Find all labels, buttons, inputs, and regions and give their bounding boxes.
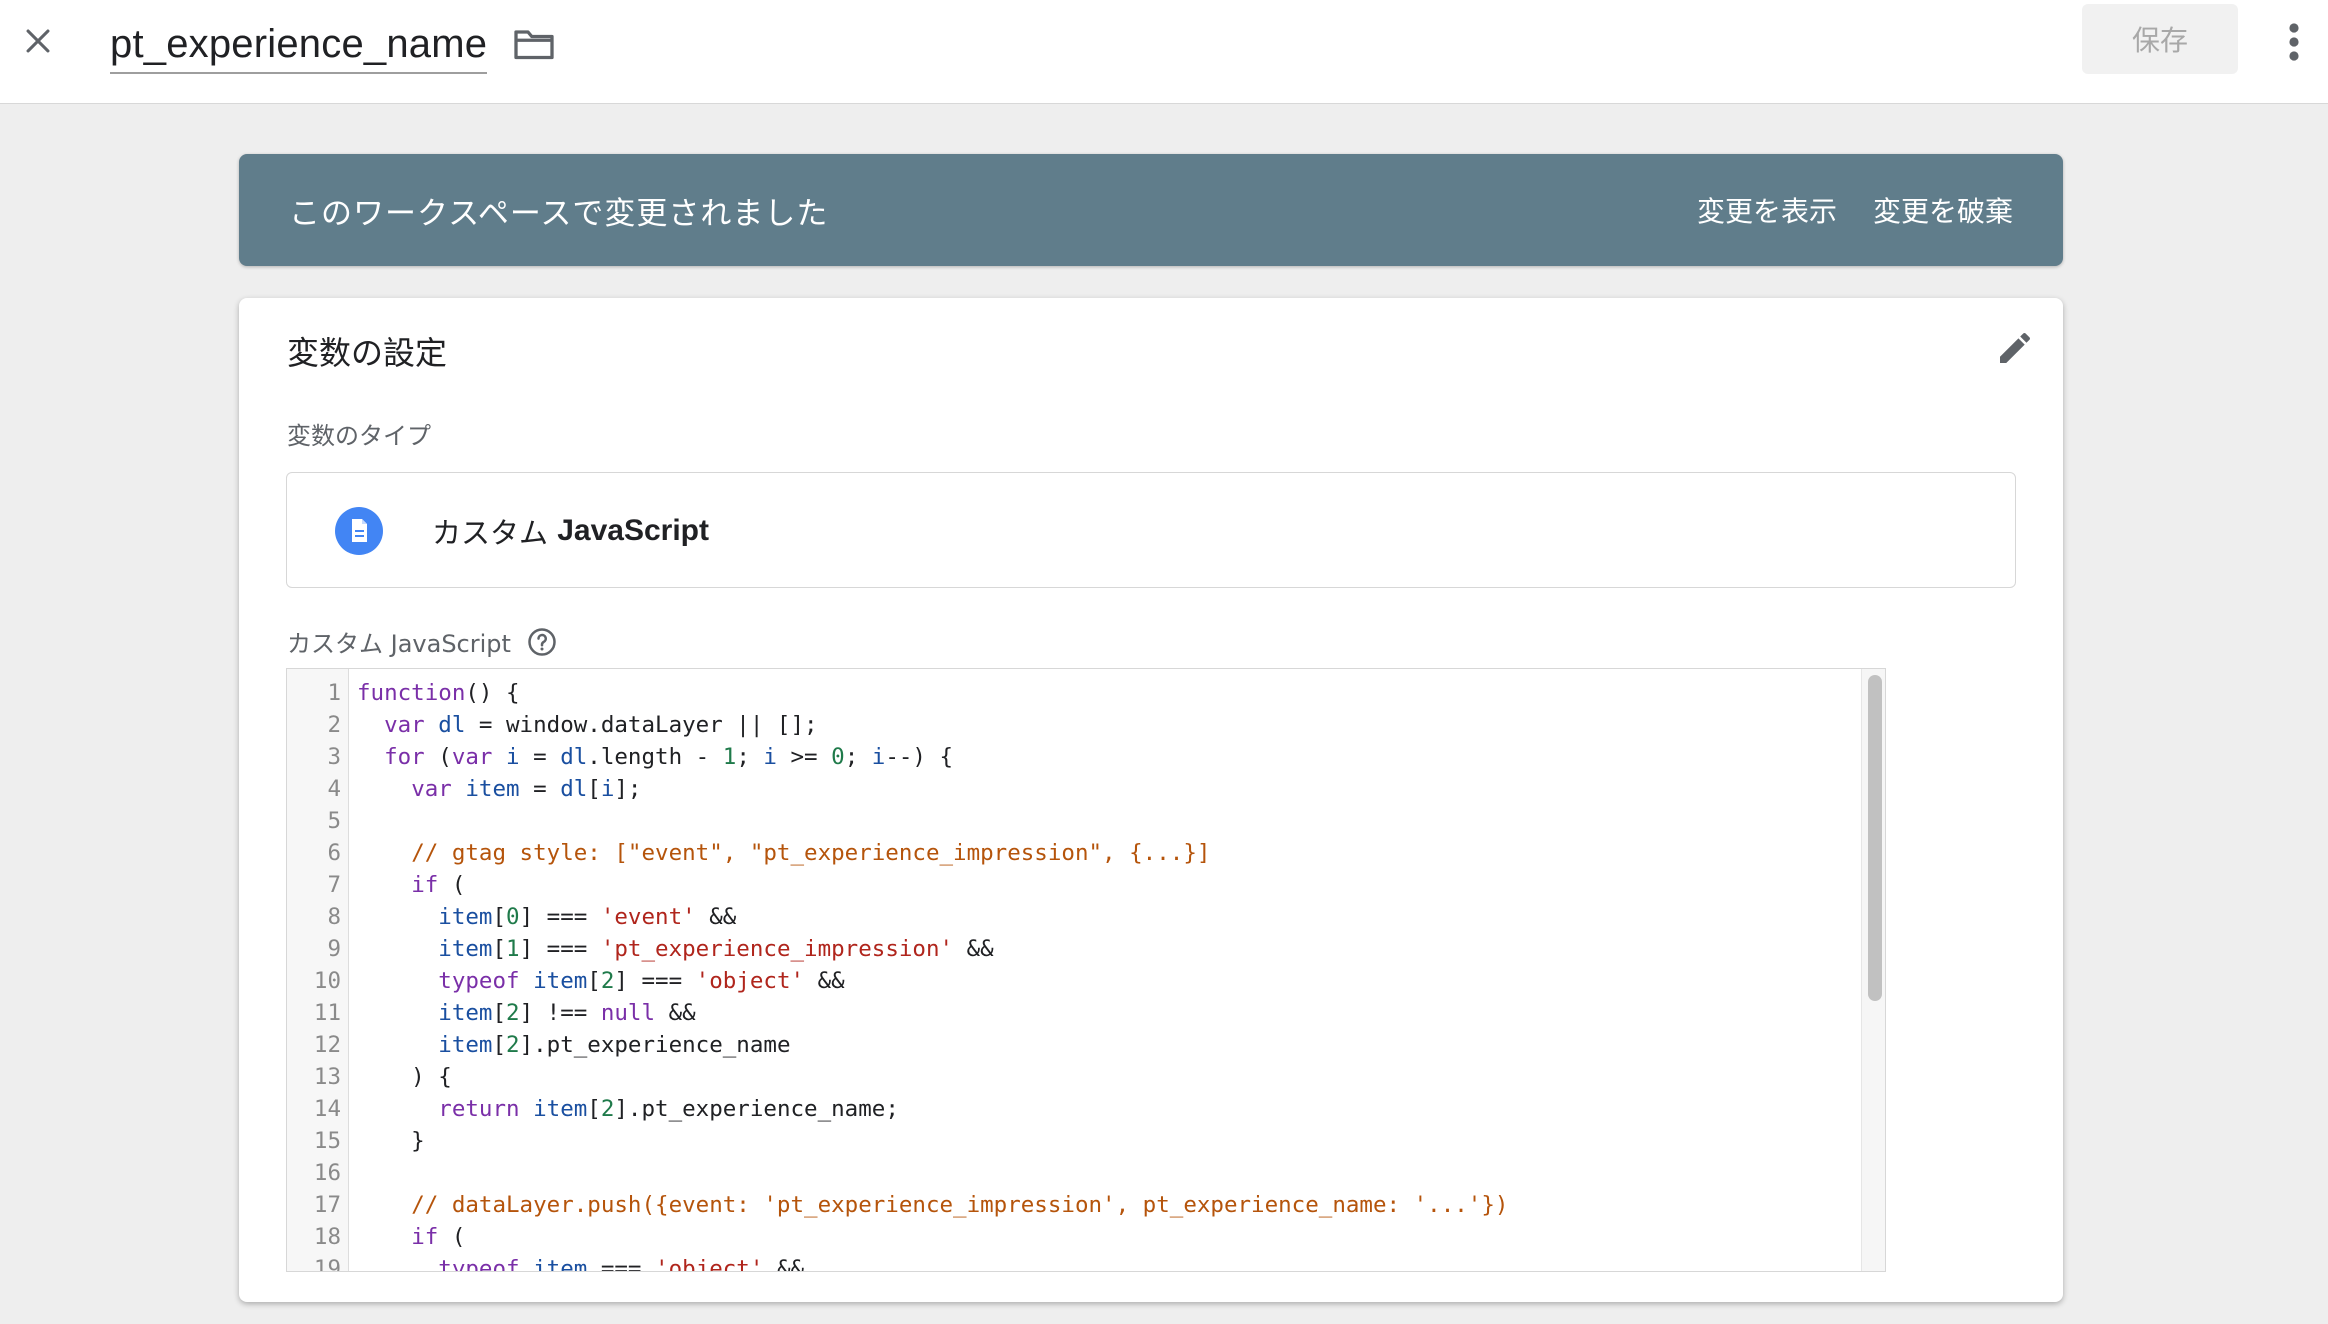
code-line[interactable]: 13 ) { [287, 1061, 1865, 1093]
card-title: 変数の設定 [287, 334, 448, 372]
line-number: 6 [327, 840, 341, 866]
line-number: 14 [313, 1096, 341, 1122]
variable-type-prefix: カスタム [432, 516, 549, 550]
code-text: // gtag style: ["event", "pt_experience_… [411, 840, 1211, 866]
close-button[interactable] [14, 17, 62, 65]
variable-name-field[interactable]: pt_experience_name [110, 16, 488, 74]
line-number: 9 [327, 936, 341, 962]
code-line[interactable]: 6 // gtag style: ["event", "pt_experienc… [287, 837, 1865, 869]
code-line[interactable]: 9 item[1] === 'pt_experience_impression'… [287, 933, 1865, 965]
line-number: 4 [327, 776, 341, 802]
line-number: 2 [327, 712, 341, 738]
variable-name-text: pt_experience_name [110, 22, 488, 66]
code-line[interactable]: 16 [287, 1157, 1865, 1189]
code-text: var dl = window.dataLayer || []; [384, 712, 818, 738]
folder-icon [514, 30, 554, 60]
line-number: 3 [327, 744, 341, 770]
code-line[interactable]: 5 [287, 805, 1865, 837]
edit-button[interactable] [1991, 324, 2039, 372]
line-number: 1 [327, 680, 341, 706]
more-options-button[interactable] [2274, 14, 2314, 70]
variable-type-label: 変数のタイプ [287, 422, 431, 450]
code-text: item[2] !== null && [438, 1000, 696, 1026]
line-number: 5 [327, 808, 341, 834]
code-text: for (var i = dl.length - 1; i >= 0; i--)… [384, 744, 954, 770]
line-number: 11 [313, 1000, 341, 1026]
more-vert-icon [2289, 23, 2299, 61]
pencil-icon [2000, 332, 2031, 363]
code-text: if ( [411, 872, 466, 898]
banner-message: このワークスペースで変更されました [289, 195, 829, 232]
show-changes-button[interactable]: 変更を表示 [1697, 154, 1837, 266]
code-line[interactable]: 7 if ( [287, 869, 1865, 901]
code-line[interactable]: 2 var dl = window.dataLayer || []; [287, 709, 1865, 741]
code-text: item[2].pt_experience_name [438, 1032, 791, 1058]
code-text: if ( [411, 1224, 466, 1250]
line-number: 17 [313, 1192, 341, 1218]
top-bar: pt_experience_name 保存 [0, 0, 2328, 104]
close-icon [26, 29, 50, 53]
code-line[interactable]: 18 if ( [287, 1221, 1865, 1253]
code-area[interactable]: 1 function() { 2 var dl = window.dataLayer… [287, 677, 1865, 1272]
code-text: typeof item === 'object' && [438, 1256, 805, 1272]
workspace-change-banner: このワークスペースで変更されました 変更を表示 変更を破棄 [239, 154, 2063, 266]
code-text: return item[2].pt_experience_name; [438, 1096, 899, 1122]
line-number: 13 [313, 1064, 341, 1090]
line-number: 12 [313, 1032, 341, 1058]
custom-js-label: カスタム JavaScript [287, 624, 557, 659]
code-line[interactable]: 12 item[2].pt_experience_name [287, 1029, 1865, 1061]
code-editor[interactable]: 1 function() { 2 var dl = window.dataLayer… [286, 668, 1886, 1272]
help-button[interactable] [527, 627, 557, 657]
line-number: 8 [327, 904, 341, 930]
help-circle-icon [528, 627, 556, 656]
code-line[interactable]: 15 } [287, 1125, 1865, 1157]
code-text: item[1] === 'pt_experience_impression' &… [438, 936, 994, 962]
editor-scrollbar[interactable] [1861, 669, 1885, 1271]
code-line[interactable]: 10 typeof item[2] === 'object' && [287, 965, 1865, 997]
code-text: item[0] === 'event' && [438, 904, 737, 930]
code-text: var item = dl[i]; [411, 776, 642, 802]
code-text: typeof item[2] === 'object' && [438, 968, 845, 994]
code-line[interactable]: 19 typeof item === 'object' && [287, 1253, 1865, 1272]
line-number: 7 [327, 872, 341, 898]
variable-type-selector[interactable]: カスタム JavaScript [286, 472, 2016, 588]
variable-config-card: 変数の設定 変数のタイプ カスタム JavaScript カスタム JavaSc… [239, 298, 2063, 1302]
line-number: 15 [313, 1128, 341, 1154]
folder-button[interactable] [510, 22, 558, 66]
save-button[interactable]: 保存 [2082, 4, 2238, 74]
code-line[interactable]: 1 function() { [287, 677, 1865, 709]
code-text: function() { [357, 680, 520, 706]
line-number: 18 [313, 1224, 341, 1250]
code-line[interactable]: 3 for (var i = dl.length - 1; i >= 0; i-… [287, 741, 1865, 773]
code-text: } [357, 1128, 425, 1154]
line-number: 10 [313, 968, 341, 994]
code-text: // dataLayer.push({event: 'pt_experience… [411, 1192, 1509, 1218]
code-line[interactable]: 8 item[0] === 'event' && [287, 901, 1865, 933]
code-line[interactable]: 14 return item[2].pt_experience_name; [287, 1093, 1865, 1125]
editor-scrollbar-thumb[interactable] [1868, 675, 1882, 1001]
variable-type-name: カスタム JavaScript [432, 473, 709, 589]
code-text: ) { [357, 1064, 452, 1090]
code-line[interactable]: 4 var item = dl[i]; [287, 773, 1865, 805]
variable-type-js: JavaScript [557, 514, 709, 547]
line-number: 19 [313, 1256, 341, 1272]
line-number: 16 [313, 1160, 341, 1186]
code-line[interactable]: 11 item[2] !== null && [287, 997, 1865, 1029]
custom-js-label-text: カスタム JavaScript [287, 630, 511, 658]
discard-changes-button[interactable]: 変更を破棄 [1873, 154, 2013, 266]
document-icon [335, 507, 383, 555]
code-line[interactable]: 17 // dataLayer.push({event: 'pt_experie… [287, 1189, 1865, 1221]
